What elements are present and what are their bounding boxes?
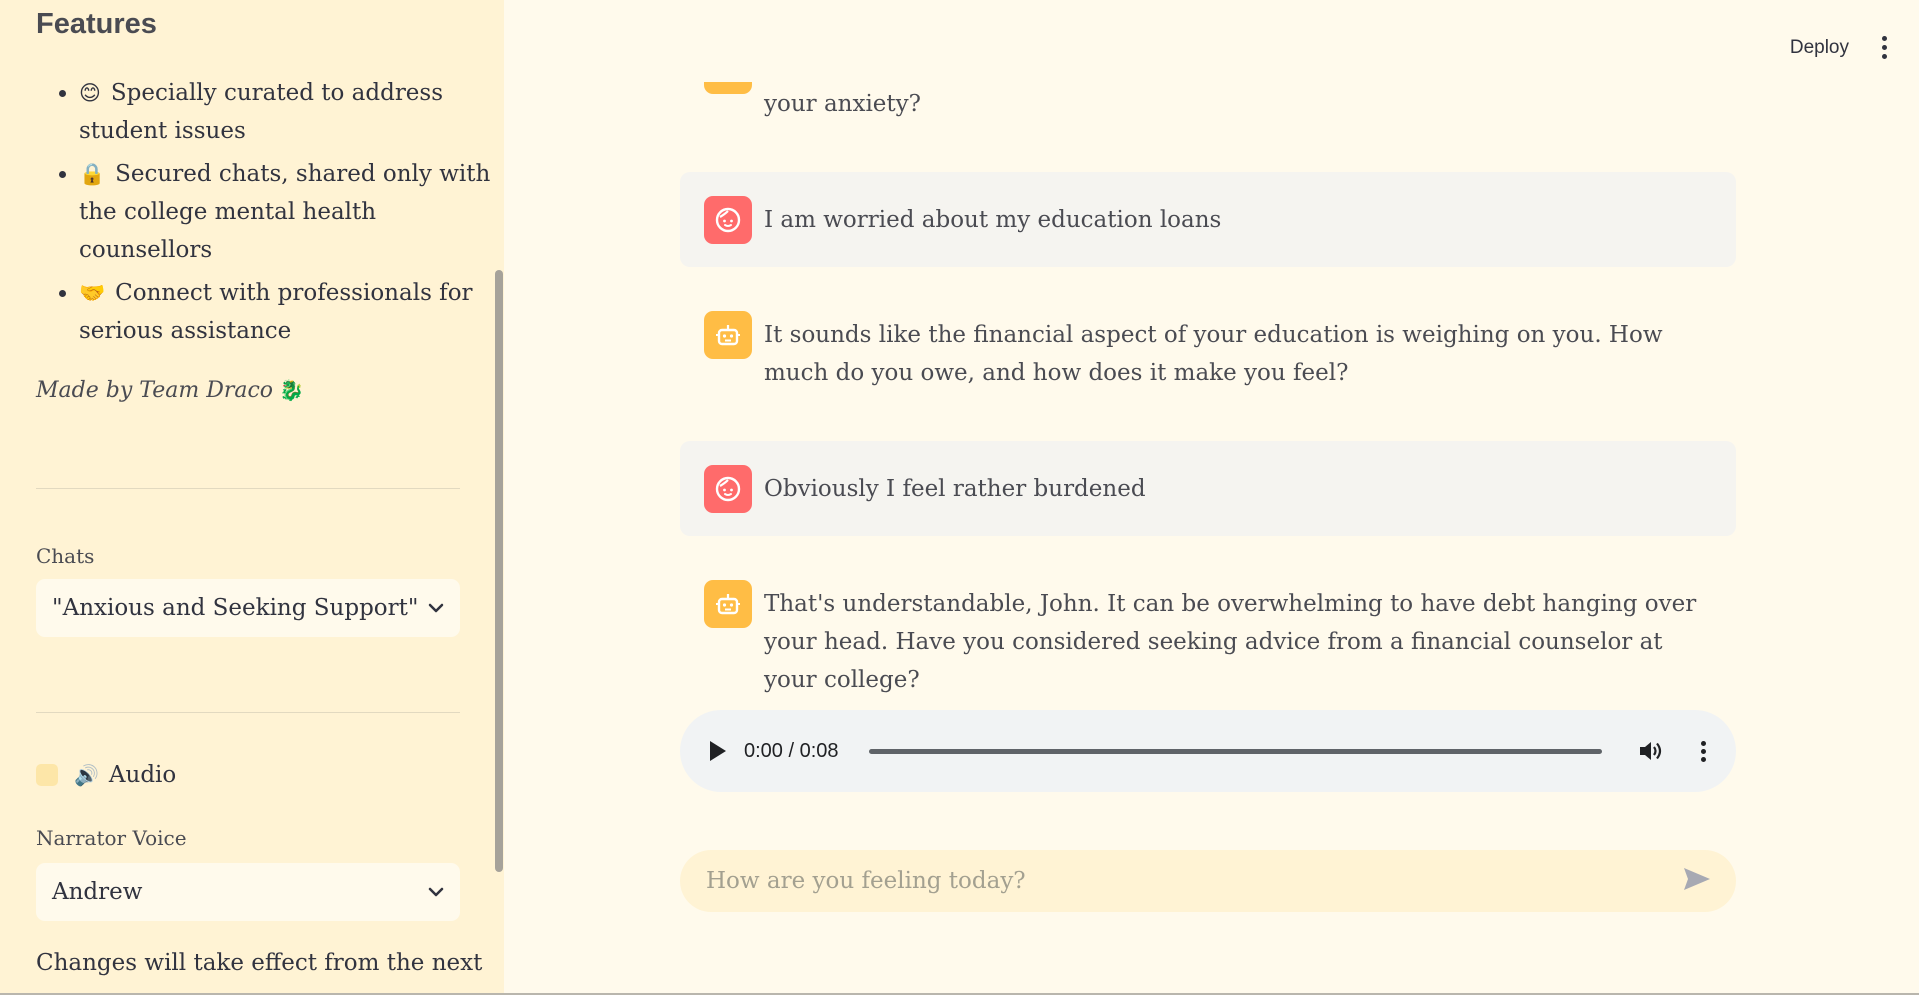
- user-avatar-icon: [704, 464, 752, 513]
- dragon-emoji-icon: 🐉: [279, 378, 304, 402]
- bot-avatar-icon: [704, 311, 752, 359]
- feature-text: Connect with professionals for serious a…: [79, 280, 473, 344]
- made-by-text: Made by Team Draco: [36, 378, 274, 403]
- audio-toggle[interactable]: 🔊 Audio: [36, 762, 176, 788]
- chat-message-user: I am worried about my education loans: [680, 172, 1736, 267]
- deploy-button[interactable]: Deploy: [1790, 37, 1849, 59]
- user-avatar-icon: [704, 195, 752, 244]
- speaker-icon: 🔊: [74, 763, 99, 787]
- narrator-voice-select[interactable]: Andrew: [36, 863, 460, 921]
- main-menu-icon[interactable]: [1879, 36, 1889, 59]
- audio-player: 0:00 / 0:08: [680, 710, 1736, 792]
- chat-input[interactable]: [704, 867, 1682, 895]
- chat-input-bar: [680, 850, 1736, 912]
- bot-avatar-icon: [704, 580, 752, 628]
- divider: [36, 712, 460, 713]
- chevron-down-icon: [428, 603, 444, 613]
- message-text: It sounds like the financial aspect of y…: [764, 322, 1663, 386]
- audio-progress-track[interactable]: [868, 748, 1602, 754]
- audio-checkbox[interactable]: [36, 764, 58, 786]
- made-by-credit: Made by Team Draco 🐉: [36, 378, 304, 403]
- divider: [36, 488, 460, 489]
- chats-selected-value: "Anxious and Seeking Support": [52, 595, 419, 621]
- list-item: 🤝Connect with professionals for serious …: [79, 274, 499, 350]
- chats-select[interactable]: "Anxious and Seeking Support": [36, 579, 460, 637]
- top-toolbar: Deploy: [1790, 36, 1889, 59]
- narrator-selected-value: Andrew: [52, 879, 143, 905]
- feature-text: Secured chats, shared only with the coll…: [79, 161, 491, 263]
- chat-message-assistant: It sounds like the financial aspect of y…: [680, 311, 1736, 392]
- play-icon[interactable]: [710, 741, 726, 761]
- chats-label: Chats: [36, 544, 95, 568]
- sidebar: Features 😊Specially curated to address s…: [0, 0, 504, 993]
- chat-message-user: Obviously I feel rather burdened: [680, 441, 1736, 536]
- chat-message-assistant: That's understandable, John. It can be o…: [680, 580, 1736, 699]
- volume-icon[interactable]: [1638, 739, 1664, 763]
- audio-options-icon[interactable]: [1700, 740, 1706, 762]
- message-text: Obviously I feel rather burdened: [764, 475, 1146, 502]
- send-icon[interactable]: [1682, 866, 1712, 896]
- list-item: 🔒Secured chats, shared only with the col…: [79, 155, 499, 269]
- sidebar-scrollbar[interactable]: [495, 270, 503, 872]
- message-text: That's understandable, John. It can be o…: [764, 591, 1697, 693]
- lock-emoji-icon: 🔒: [79, 162, 106, 186]
- chevron-down-icon: [428, 887, 444, 897]
- changes-note: Changes will take effect from the next: [36, 950, 483, 976]
- list-item: 😊Specially curated to address student is…: [79, 74, 499, 150]
- features-list: 😊Specially curated to address student is…: [36, 74, 499, 355]
- chat-message-assistant: your anxiety?: [680, 60, 1736, 123]
- audio-time: 0:00 / 0:08: [744, 739, 839, 762]
- features-title: Features: [36, 8, 157, 40]
- message-text: your anxiety?: [764, 91, 921, 117]
- handshake-emoji-icon: 🤝: [79, 281, 106, 305]
- bot-avatar: [704, 82, 752, 94]
- message-text: I am worried about my education loans: [764, 206, 1222, 233]
- audio-label: Audio: [108, 762, 177, 788]
- smile-emoji-icon: 😊: [79, 81, 101, 105]
- feature-text: Specially curated to address student iss…: [79, 80, 444, 144]
- narrator-voice-label: Narrator Voice: [36, 826, 187, 850]
